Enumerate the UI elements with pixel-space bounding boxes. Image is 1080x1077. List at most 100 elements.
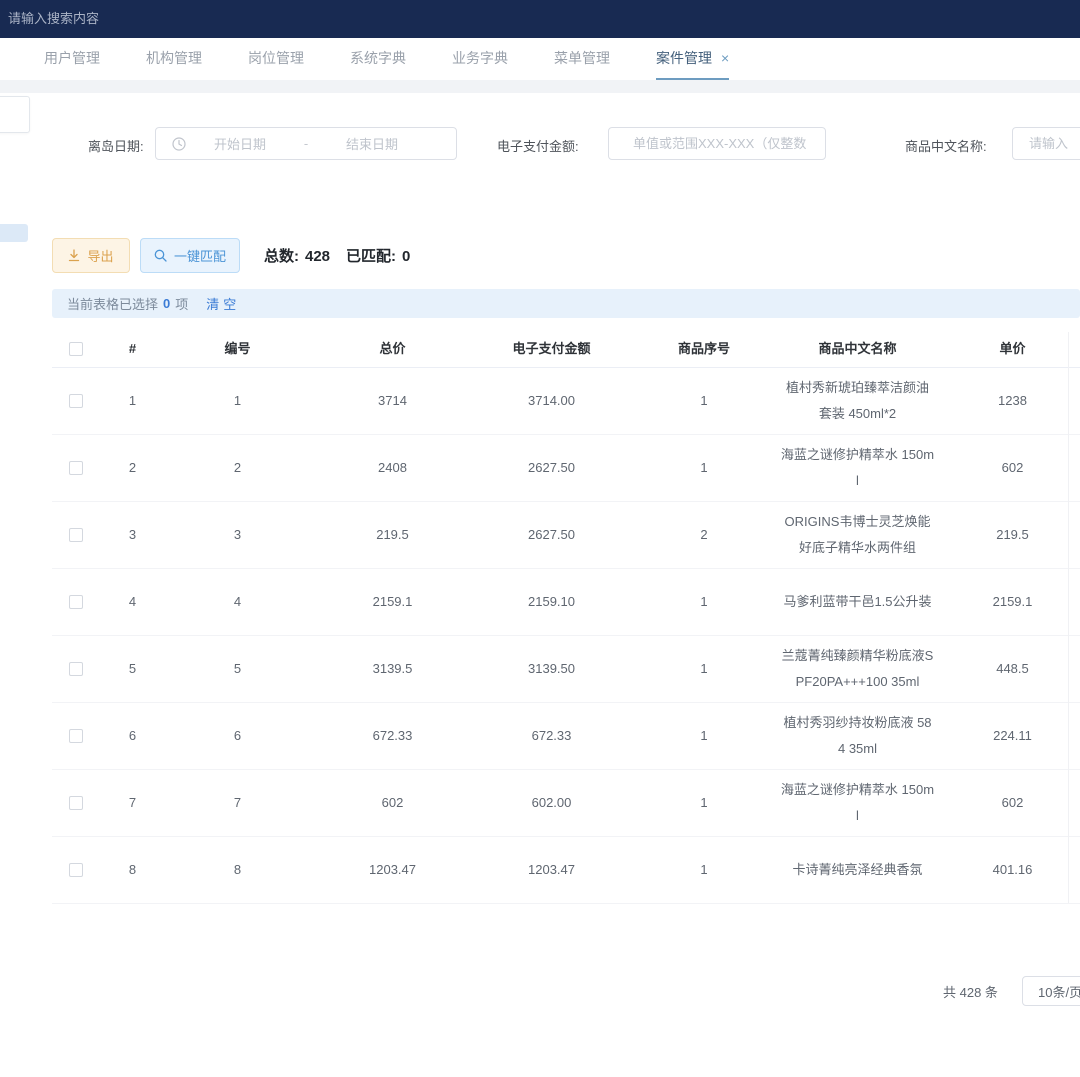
cell-index: 8: [100, 857, 165, 883]
nav-tab[interactable]: 岗位管理: [248, 38, 304, 80]
match-stats: 总数:428已匹配:0: [264, 245, 410, 266]
tab-label: 用户管理: [44, 48, 100, 68]
tab-close-icon[interactable]: ×: [721, 51, 729, 65]
cell-epay: 2159.10: [475, 589, 628, 615]
cell-seq: 1: [628, 656, 780, 682]
table-row[interactable]: 2 2 2408 2627.50 1 海蓝之谜修护精萃水 150ml 602: [52, 435, 1080, 502]
cell-total: 3139.5: [310, 656, 475, 682]
column-divider: [1068, 332, 1069, 903]
selection-prefix: 当前表格已选择: [67, 294, 158, 313]
page-size-select[interactable]: 10条/页: [1022, 976, 1080, 1006]
cell-unit-price: 401.16: [935, 857, 1080, 883]
nav-tab[interactable]: 系统字典: [350, 38, 406, 80]
nav-tab[interactable]: 业务字典: [452, 38, 508, 80]
table-row[interactable]: 3 3 219.5 2627.50 2 ORIGINS韦博士灵芝焕能好底子精华水…: [52, 502, 1080, 569]
cell-product-name: 海蓝之谜修护精萃水 150ml: [781, 439, 934, 496]
cell-unit-price: 1238: [935, 388, 1080, 414]
cell-unit-price: 448.5: [935, 656, 1080, 682]
cell-index: 7: [100, 790, 165, 816]
epay-amount-input[interactable]: [608, 127, 826, 160]
cell-seq: 1: [628, 455, 780, 481]
col-header-epay: 电子支付金额: [475, 336, 628, 362]
cell-code: 1: [165, 388, 310, 414]
col-header-code: 编号: [165, 336, 310, 362]
end-date-input[interactable]: 结束日期: [318, 134, 426, 153]
table-row[interactable]: 1 1 3714 3714.00 1 植村秀新琥珀臻萃洁颜油套装 450ml*2…: [52, 368, 1080, 435]
cell-index: 5: [100, 656, 165, 682]
tab-label: 岗位管理: [248, 48, 304, 68]
export-button-label: 导出: [87, 246, 113, 265]
export-button[interactable]: 导出: [52, 238, 130, 273]
cell-seq: 1: [628, 723, 780, 749]
search-icon: [154, 249, 167, 262]
cell-product-name: 兰蔻菁纯臻颜精华粉底液SPF20PA+++100 35ml: [782, 640, 934, 697]
cell-index: 3: [100, 522, 165, 548]
date-range-picker[interactable]: 开始日期 - 结束日期: [155, 127, 457, 160]
cell-product-name: 卡诗菁纯亮泽经典香氛: [792, 854, 922, 885]
row-checkbox[interactable]: [69, 729, 83, 743]
table-row[interactable]: 7 7 602 602.00 1 海蓝之谜修护精萃水 150ml 602: [52, 770, 1080, 837]
nav-tab[interactable]: 菜单管理: [554, 38, 610, 80]
cell-index: 1: [100, 388, 165, 414]
data-table: # 编号 总价 电子支付金额 商品序号 商品中文名称 单价 1 1 3714 3…: [52, 330, 1080, 905]
cell-seq: 1: [628, 790, 780, 816]
product-name-input[interactable]: [1012, 127, 1080, 160]
cell-unit-price: 2159.1: [935, 589, 1080, 615]
cell-total: 2408: [310, 455, 475, 481]
download-icon: [68, 249, 80, 262]
page-size-value: 10条/页: [1038, 982, 1080, 1001]
product-name-filter-label: 商品中文名称:: [905, 136, 987, 155]
cell-seq: 1: [628, 589, 780, 615]
cell-product-name: 植村秀羽纱持妆粉底液 584 35ml: [783, 707, 931, 764]
cell-code: 4: [165, 589, 310, 615]
tab-label: 菜单管理: [554, 48, 610, 68]
table-header-row: # 编号 总价 电子支付金额 商品序号 商品中文名称 单价: [52, 330, 1080, 368]
tab-label: 机构管理: [146, 48, 202, 68]
row-checkbox[interactable]: [69, 863, 83, 877]
col-header-seq: 商品序号: [628, 336, 780, 362]
match-button-label: 一键匹配: [174, 246, 226, 265]
cell-index: 2: [100, 455, 165, 481]
cell-code: 3: [165, 522, 310, 548]
collapsed-panel-fragment: [0, 224, 28, 242]
cell-product-name: 植村秀新琥珀臻萃洁颜油套装 450ml*2: [786, 372, 929, 429]
start-date-input[interactable]: 开始日期: [186, 134, 294, 153]
table-row[interactable]: 8 8 1203.47 1203.47 1 卡诗菁纯亮泽经典香氛 401.16: [52, 837, 1080, 904]
global-search-input[interactable]: 请输入搜索内容: [8, 8, 99, 27]
clear-selection-link[interactable]: 清空: [206, 294, 240, 313]
cell-unit-price: 602: [935, 455, 1080, 481]
table-row[interactable]: 6 6 672.33 672.33 1 植村秀羽纱持妆粉底液 584 35ml …: [52, 703, 1080, 770]
cell-total: 219.5: [310, 522, 475, 548]
cell-code: 8: [165, 857, 310, 883]
cell-index: 6: [100, 723, 165, 749]
one-click-match-button[interactable]: 一键匹配: [140, 238, 240, 273]
date-separator: -: [294, 136, 318, 151]
table-row[interactable]: 4 4 2159.1 2159.10 1 马爹利蓝带干邑1.5公升装 2159.…: [52, 569, 1080, 636]
cell-total: 602: [310, 790, 475, 816]
row-checkbox[interactable]: [69, 394, 83, 408]
row-checkbox[interactable]: [69, 461, 83, 475]
nav-tab[interactable]: 用户管理: [44, 38, 100, 80]
row-checkbox[interactable]: [69, 528, 83, 542]
date-filter-label: 离岛日期:: [88, 136, 144, 155]
table-row[interactable]: 5 5 3139.5 3139.50 1 兰蔻菁纯臻颜精华粉底液SPF20PA+…: [52, 636, 1080, 703]
col-header-name: 商品中文名称: [780, 336, 935, 362]
cell-epay: 3714.00: [475, 388, 628, 414]
cell-seq: 1: [628, 857, 780, 883]
cell-product-name: 海蓝之谜修护精萃水 150ml: [781, 774, 934, 831]
cell-seq: 2: [628, 522, 780, 548]
col-header-index: #: [100, 336, 165, 362]
cell-unit-price: 224.11: [935, 723, 1080, 749]
tab-bar: 用户管理 机构管理 岗位管理 系统字典 业务字典 菜单管理 案件管理 ×: [0, 38, 1080, 80]
row-checkbox[interactable]: [69, 595, 83, 609]
nav-tab[interactable]: 机构管理: [146, 38, 202, 80]
matched-value: 0: [402, 248, 410, 265]
cell-unit-price: 602: [935, 790, 1080, 816]
tab-label: 业务字典: [452, 48, 508, 68]
select-all-checkbox[interactable]: [69, 342, 83, 356]
clock-icon: [172, 137, 186, 151]
row-checkbox[interactable]: [69, 796, 83, 810]
nav-tab[interactable]: 案件管理 ×: [656, 38, 729, 80]
row-checkbox[interactable]: [69, 662, 83, 676]
cell-epay: 602.00: [475, 790, 628, 816]
